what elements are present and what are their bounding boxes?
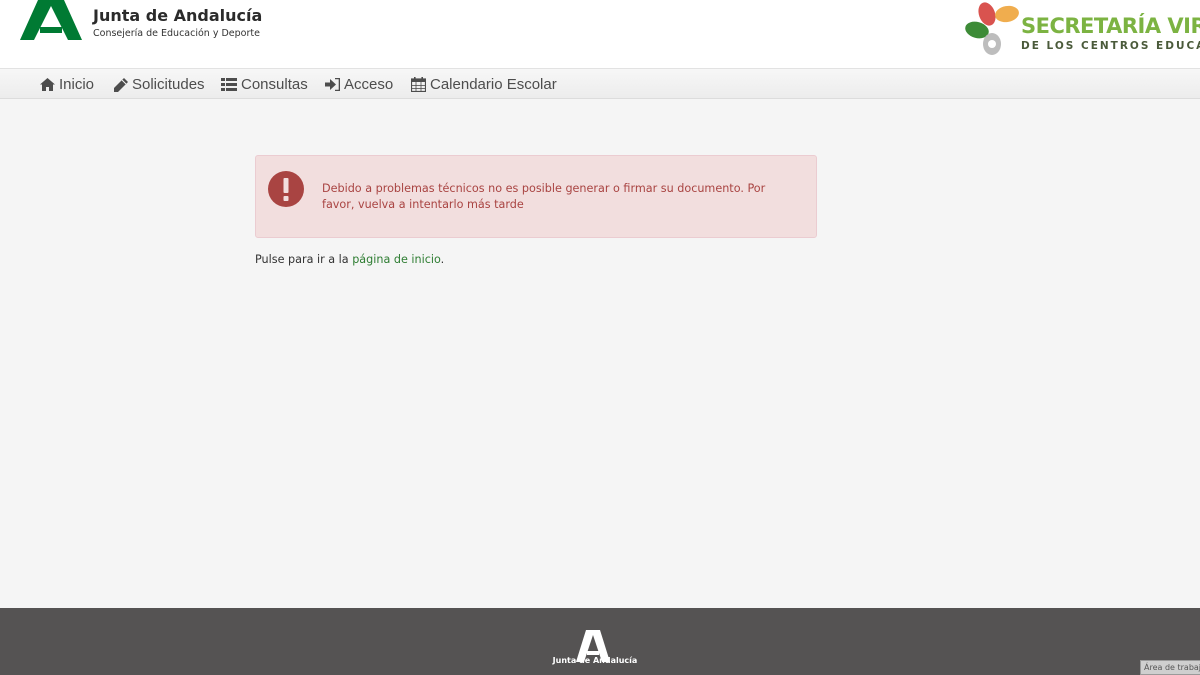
calendar-icon bbox=[411, 77, 426, 92]
portal-subtitle: DE LOS CENTROS EDUCATI bbox=[1021, 40, 1200, 52]
sign-in-icon bbox=[325, 78, 340, 91]
exclamation-circle-icon bbox=[268, 171, 304, 207]
nav-item-inicio[interactable]: Inicio bbox=[40, 76, 94, 93]
site-header: Junta de Andalucía Consejería de Educaci… bbox=[0, 0, 1200, 69]
main-navigation: Inicio Solicitudes Consultas Acceso Cale… bbox=[0, 69, 1200, 99]
nav-label-consultas: Consultas bbox=[241, 76, 308, 93]
nav-label-solicitudes: Solicitudes bbox=[132, 76, 205, 93]
nav-label-inicio: Inicio bbox=[59, 76, 95, 93]
return-suffix: . bbox=[440, 253, 445, 266]
nav-item-solicitudes[interactable]: Solicitudes bbox=[114, 76, 205, 93]
junta-andalucia-logo[interactable] bbox=[20, 0, 82, 40]
return-instructions: Pulse para ir a la página de inicio. bbox=[255, 253, 444, 266]
nav-item-calendario-escolar[interactable]: Calendario Escolar bbox=[411, 76, 557, 93]
nav-label-calendario-escolar: Calendario Escolar bbox=[430, 76, 557, 93]
secretaria-virtual-logo[interactable] bbox=[962, 0, 1022, 60]
workspace-tooltip: Área de trabajo bbox=[1140, 660, 1200, 675]
list-icon bbox=[221, 78, 237, 91]
home-icon bbox=[40, 78, 55, 91]
org-title: Junta de Andalucía bbox=[93, 6, 263, 25]
footer-org-name: Junta de Andalucía bbox=[552, 656, 638, 665]
return-prefix: Pulse para ir a la bbox=[255, 253, 353, 266]
pencil-icon bbox=[114, 77, 128, 92]
nav-item-consultas[interactable]: Consultas bbox=[221, 76, 308, 93]
nav-label-acceso: Acceso bbox=[344, 76, 394, 93]
org-subtitle: Consejería de Educación y Deporte bbox=[93, 28, 260, 39]
error-message: Debido a problemas técnicos no es posibl… bbox=[322, 182, 766, 211]
home-page-link[interactable]: página de inicio bbox=[352, 253, 440, 266]
nav-item-acceso[interactable]: Acceso bbox=[325, 76, 393, 93]
error-alert: Debido a problemas técnicos no es posibl… bbox=[255, 155, 817, 238]
portal-title: SECRETARÍA VIRTU bbox=[1021, 14, 1200, 38]
